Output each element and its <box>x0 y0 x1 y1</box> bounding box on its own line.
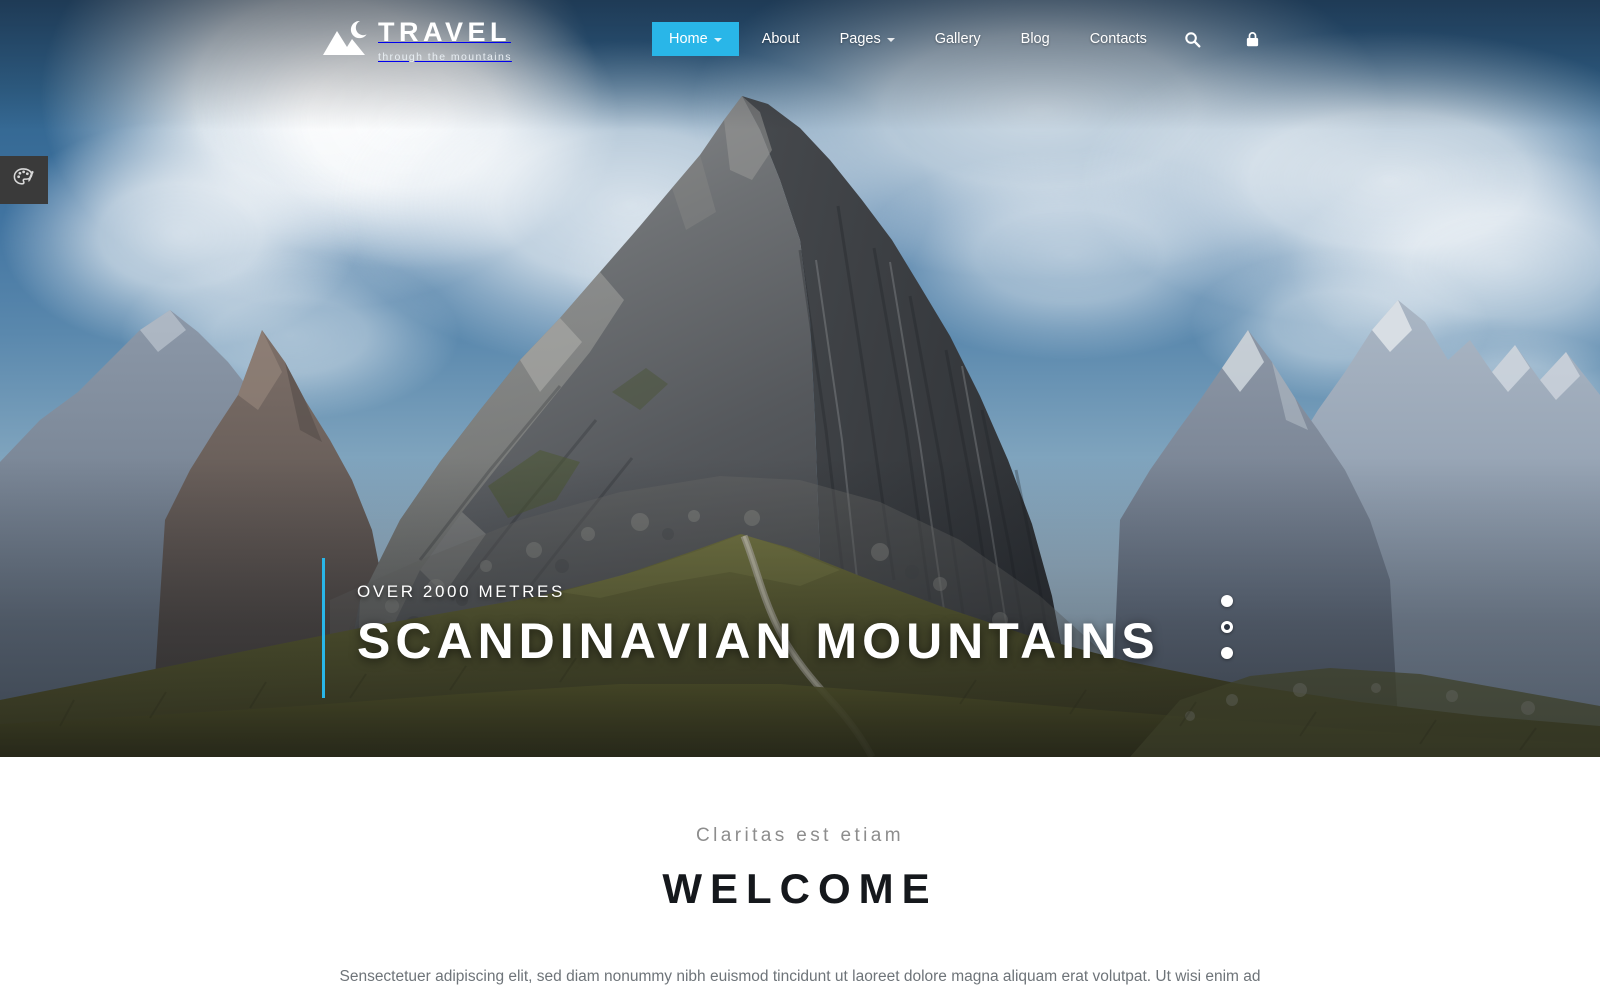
hero-title: SCANDINAVIAN MOUNTAINS <box>357 613 1160 669</box>
nav-label: Pages <box>839 31 881 47</box>
slider-dot[interactable] <box>1221 647 1233 659</box>
logo-title: TRAVEL <box>378 17 511 47</box>
logo-text: TRAVEL through the mountains <box>378 17 512 64</box>
nav-item-contacts[interactable]: Contacts <box>1073 22 1164 56</box>
nav-item-blog[interactable]: Blog <box>1004 22 1067 56</box>
nav-label: Blog <box>1020 31 1050 47</box>
hero-caption: OVER 2000 METRES SCANDINAVIAN MOUNTAINS <box>322 558 1160 698</box>
site-header: TRAVEL through the mountains Home About … <box>0 0 1600 78</box>
page-title: WELCOME <box>662 865 938 912</box>
nav-item-home[interactable]: Home <box>652 22 739 56</box>
slider-pagination <box>1221 595 1233 659</box>
slider-dot[interactable] <box>1221 595 1233 607</box>
welcome-body-text: Sensectetuer adipiscing elit, sed diam n… <box>339 968 1261 1000</box>
lock-icon[interactable] <box>1236 22 1270 56</box>
mountain-moon-icon <box>320 17 368 59</box>
hero-slider: TRAVEL through the mountains Home About … <box>0 0 1600 757</box>
theme-switcher-button[interactable] <box>0 156 48 204</box>
nav-item-gallery[interactable]: Gallery <box>918 22 998 56</box>
palette-icon <box>12 166 36 195</box>
search-icon[interactable] <box>1176 22 1210 56</box>
nav-label: About <box>761 31 800 47</box>
nav-item-pages[interactable]: Pages <box>823 22 912 56</box>
welcome-section: Claritas est etiam WELCOME Sensectetuer … <box>0 757 1600 1000</box>
nav-item-about[interactable]: About <box>745 22 817 56</box>
caption-body: OVER 2000 METRES SCANDINAVIAN MOUNTAINS <box>325 558 1160 698</box>
chevron-down-icon <box>713 38 722 42</box>
nav-label: Home <box>669 31 708 47</box>
hero-subtitle: OVER 2000 METRES <box>357 582 565 601</box>
nav-label: Gallery <box>934 31 981 47</box>
nav-label: Contacts <box>1089 31 1147 47</box>
chevron-down-icon <box>886 38 895 42</box>
welcome-subtitle: Claritas est etiam <box>696 825 904 846</box>
logo[interactable]: TRAVEL through the mountains <box>320 17 512 63</box>
slider-dot-active[interactable] <box>1221 621 1233 633</box>
logo-tagline: through the mountains <box>378 51 512 63</box>
main-nav: Home About Pages Gallery Blog Contacts <box>652 22 1270 56</box>
